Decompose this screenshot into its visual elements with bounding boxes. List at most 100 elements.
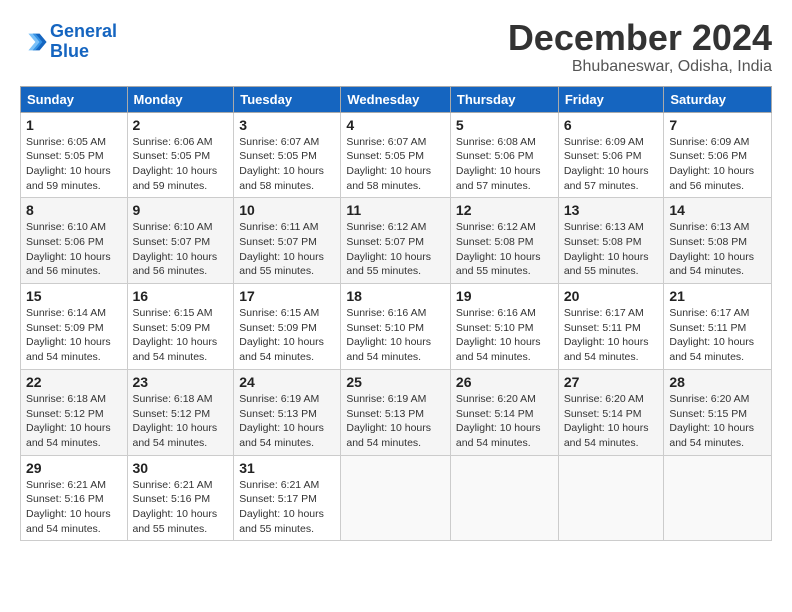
day-number: 13 bbox=[564, 202, 659, 218]
day-info: Sunrise: 6:13 AMSunset: 5:08 PMDaylight:… bbox=[564, 221, 649, 277]
day-info: Sunrise: 6:21 AMSunset: 5:16 PMDaylight:… bbox=[133, 479, 218, 535]
table-row: 12 Sunrise: 6:12 AMSunset: 5:08 PMDaylig… bbox=[450, 198, 558, 284]
table-row: 11 Sunrise: 6:12 AMSunset: 5:07 PMDaylig… bbox=[341, 198, 451, 284]
day-number: 26 bbox=[456, 374, 553, 390]
day-info: Sunrise: 6:17 AMSunset: 5:11 PMDaylight:… bbox=[564, 307, 649, 363]
table-row: 2 Sunrise: 6:06 AMSunset: 5:05 PMDayligh… bbox=[127, 112, 234, 198]
day-info: Sunrise: 6:15 AMSunset: 5:09 PMDaylight:… bbox=[239, 307, 324, 363]
calendar-week-1: 8 Sunrise: 6:10 AMSunset: 5:06 PMDayligh… bbox=[21, 198, 772, 284]
logo-general: General bbox=[50, 21, 117, 41]
table-row: 4 Sunrise: 6:07 AMSunset: 5:05 PMDayligh… bbox=[341, 112, 451, 198]
day-number: 8 bbox=[26, 202, 122, 218]
day-number: 15 bbox=[26, 288, 122, 304]
table-row: 14 Sunrise: 6:13 AMSunset: 5:08 PMDaylig… bbox=[664, 198, 772, 284]
calendar-week-3: 22 Sunrise: 6:18 AMSunset: 5:12 PMDaylig… bbox=[21, 369, 772, 455]
day-number: 14 bbox=[669, 202, 766, 218]
day-info: Sunrise: 6:09 AMSunset: 5:06 PMDaylight:… bbox=[564, 136, 649, 192]
title-block: December 2024 Bhubaneswar, Odisha, India bbox=[508, 18, 772, 76]
day-number: 19 bbox=[456, 288, 553, 304]
day-info: Sunrise: 6:08 AMSunset: 5:06 PMDaylight:… bbox=[456, 136, 541, 192]
day-info: Sunrise: 6:14 AMSunset: 5:09 PMDaylight:… bbox=[26, 307, 111, 363]
table-row: 25 Sunrise: 6:19 AMSunset: 5:13 PMDaylig… bbox=[341, 369, 451, 455]
table-row: 7 Sunrise: 6:09 AMSunset: 5:06 PMDayligh… bbox=[664, 112, 772, 198]
day-number: 1 bbox=[26, 117, 122, 133]
col-thursday: Thursday bbox=[450, 86, 558, 112]
day-number: 25 bbox=[346, 374, 445, 390]
day-info: Sunrise: 6:11 AMSunset: 5:07 PMDaylight:… bbox=[239, 221, 324, 277]
day-info: Sunrise: 6:17 AMSunset: 5:11 PMDaylight:… bbox=[669, 307, 754, 363]
day-info: Sunrise: 6:20 AMSunset: 5:15 PMDaylight:… bbox=[669, 393, 754, 449]
table-row bbox=[664, 455, 772, 541]
table-row: 27 Sunrise: 6:20 AMSunset: 5:14 PMDaylig… bbox=[558, 369, 664, 455]
table-row: 9 Sunrise: 6:10 AMSunset: 5:07 PMDayligh… bbox=[127, 198, 234, 284]
day-number: 31 bbox=[239, 460, 335, 476]
calendar-week-4: 29 Sunrise: 6:21 AMSunset: 5:16 PMDaylig… bbox=[21, 455, 772, 541]
day-number: 17 bbox=[239, 288, 335, 304]
table-row: 29 Sunrise: 6:21 AMSunset: 5:16 PMDaylig… bbox=[21, 455, 128, 541]
table-row: 28 Sunrise: 6:20 AMSunset: 5:15 PMDaylig… bbox=[664, 369, 772, 455]
table-row: 5 Sunrise: 6:08 AMSunset: 5:06 PMDayligh… bbox=[450, 112, 558, 198]
day-info: Sunrise: 6:12 AMSunset: 5:08 PMDaylight:… bbox=[456, 221, 541, 277]
logo: General Blue bbox=[20, 22, 117, 62]
day-number: 5 bbox=[456, 117, 553, 133]
day-info: Sunrise: 6:21 AMSunset: 5:16 PMDaylight:… bbox=[26, 479, 111, 535]
day-number: 28 bbox=[669, 374, 766, 390]
table-row bbox=[558, 455, 664, 541]
logo-icon bbox=[20, 28, 48, 56]
day-number: 18 bbox=[346, 288, 445, 304]
col-sunday: Sunday bbox=[21, 86, 128, 112]
day-info: Sunrise: 6:10 AMSunset: 5:06 PMDaylight:… bbox=[26, 221, 111, 277]
day-number: 29 bbox=[26, 460, 122, 476]
day-info: Sunrise: 6:12 AMSunset: 5:07 PMDaylight:… bbox=[346, 221, 431, 277]
day-number: 11 bbox=[346, 202, 445, 218]
col-wednesday: Wednesday bbox=[341, 86, 451, 112]
table-row: 15 Sunrise: 6:14 AMSunset: 5:09 PMDaylig… bbox=[21, 284, 128, 370]
day-info: Sunrise: 6:20 AMSunset: 5:14 PMDaylight:… bbox=[564, 393, 649, 449]
day-number: 23 bbox=[133, 374, 229, 390]
table-row: 10 Sunrise: 6:11 AMSunset: 5:07 PMDaylig… bbox=[234, 198, 341, 284]
day-info: Sunrise: 6:07 AMSunset: 5:05 PMDaylight:… bbox=[346, 136, 431, 192]
day-info: Sunrise: 6:18 AMSunset: 5:12 PMDaylight:… bbox=[26, 393, 111, 449]
logo-blue: Blue bbox=[50, 41, 89, 61]
day-info: Sunrise: 6:21 AMSunset: 5:17 PMDaylight:… bbox=[239, 479, 324, 535]
col-saturday: Saturday bbox=[664, 86, 772, 112]
table-row bbox=[450, 455, 558, 541]
table-row: 26 Sunrise: 6:20 AMSunset: 5:14 PMDaylig… bbox=[450, 369, 558, 455]
day-info: Sunrise: 6:09 AMSunset: 5:06 PMDaylight:… bbox=[669, 136, 754, 192]
calendar-table: Sunday Monday Tuesday Wednesday Thursday… bbox=[20, 86, 772, 542]
table-row: 21 Sunrise: 6:17 AMSunset: 5:11 PMDaylig… bbox=[664, 284, 772, 370]
day-number: 4 bbox=[346, 117, 445, 133]
day-number: 27 bbox=[564, 374, 659, 390]
day-info: Sunrise: 6:16 AMSunset: 5:10 PMDaylight:… bbox=[346, 307, 431, 363]
subtitle: Bhubaneswar, Odisha, India bbox=[508, 58, 772, 76]
day-info: Sunrise: 6:18 AMSunset: 5:12 PMDaylight:… bbox=[133, 393, 218, 449]
day-info: Sunrise: 6:20 AMSunset: 5:14 PMDaylight:… bbox=[456, 393, 541, 449]
calendar-week-0: 1 Sunrise: 6:05 AMSunset: 5:05 PMDayligh… bbox=[21, 112, 772, 198]
table-row: 17 Sunrise: 6:15 AMSunset: 5:09 PMDaylig… bbox=[234, 284, 341, 370]
day-number: 7 bbox=[669, 117, 766, 133]
day-info: Sunrise: 6:13 AMSunset: 5:08 PMDaylight:… bbox=[669, 221, 754, 277]
day-info: Sunrise: 6:07 AMSunset: 5:05 PMDaylight:… bbox=[239, 136, 324, 192]
table-row: 20 Sunrise: 6:17 AMSunset: 5:11 PMDaylig… bbox=[558, 284, 664, 370]
table-row: 19 Sunrise: 6:16 AMSunset: 5:10 PMDaylig… bbox=[450, 284, 558, 370]
day-number: 21 bbox=[669, 288, 766, 304]
main-title: December 2024 bbox=[508, 18, 772, 58]
table-row: 16 Sunrise: 6:15 AMSunset: 5:09 PMDaylig… bbox=[127, 284, 234, 370]
day-info: Sunrise: 6:16 AMSunset: 5:10 PMDaylight:… bbox=[456, 307, 541, 363]
col-tuesday: Tuesday bbox=[234, 86, 341, 112]
day-number: 16 bbox=[133, 288, 229, 304]
calendar-week-2: 15 Sunrise: 6:14 AMSunset: 5:09 PMDaylig… bbox=[21, 284, 772, 370]
table-row: 1 Sunrise: 6:05 AMSunset: 5:05 PMDayligh… bbox=[21, 112, 128, 198]
day-number: 6 bbox=[564, 117, 659, 133]
day-number: 20 bbox=[564, 288, 659, 304]
day-info: Sunrise: 6:15 AMSunset: 5:09 PMDaylight:… bbox=[133, 307, 218, 363]
table-row: 6 Sunrise: 6:09 AMSunset: 5:06 PMDayligh… bbox=[558, 112, 664, 198]
day-info: Sunrise: 6:06 AMSunset: 5:05 PMDaylight:… bbox=[133, 136, 218, 192]
page: General Blue December 2024 Bhubaneswar, … bbox=[0, 0, 792, 551]
day-number: 12 bbox=[456, 202, 553, 218]
col-friday: Friday bbox=[558, 86, 664, 112]
table-row: 18 Sunrise: 6:16 AMSunset: 5:10 PMDaylig… bbox=[341, 284, 451, 370]
day-number: 24 bbox=[239, 374, 335, 390]
day-number: 9 bbox=[133, 202, 229, 218]
table-row: 24 Sunrise: 6:19 AMSunset: 5:13 PMDaylig… bbox=[234, 369, 341, 455]
